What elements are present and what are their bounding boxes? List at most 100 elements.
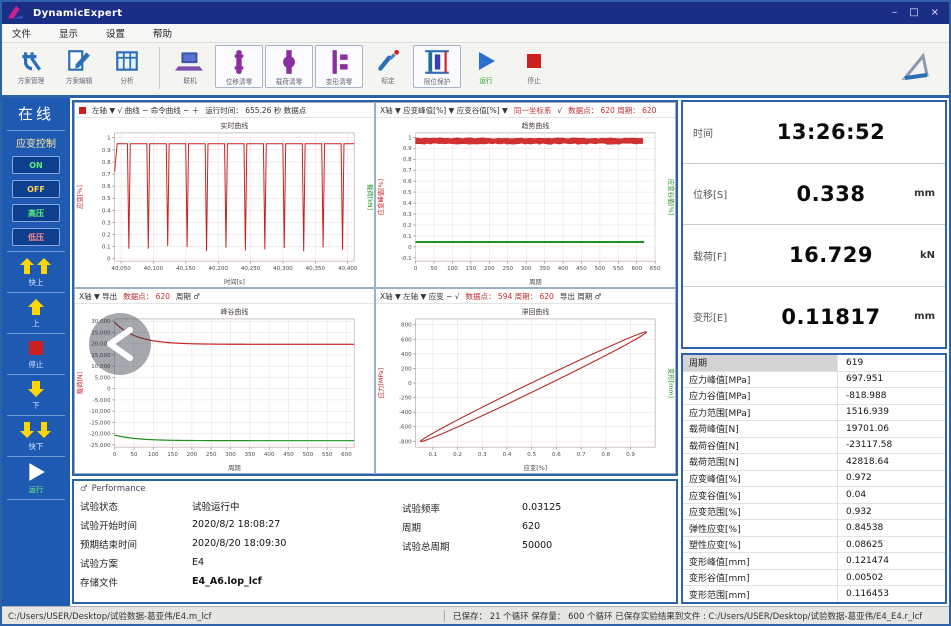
- chart-header-control[interactable]: X轴 ▼ 导出: [79, 291, 117, 302]
- result-row[interactable]: 应变谷值[%]0.04: [683, 487, 945, 504]
- chart-header-control[interactable]: 运行时间： 655.26 秒 数据点: [205, 105, 306, 116]
- svg-text:300: 300: [225, 452, 236, 458]
- chart-header-control[interactable]: √: [557, 106, 562, 115]
- menu-file[interactable]: 文件: [12, 26, 31, 40]
- svg-text:0.6: 0.6: [552, 452, 561, 458]
- result-row[interactable]: 塑性应变[%]0.08625: [683, 537, 945, 554]
- svg-text:30,000: 30,000: [91, 319, 111, 325]
- result-row[interactable]: 载荷范围[N]42818.64: [683, 454, 945, 471]
- hysteresis-chart[interactable]: 0.10.20.30.40.50.60.70.80.98006004002000…: [376, 304, 675, 473]
- result-row[interactable]: 应力范围[MPa]1516.939: [683, 405, 945, 422]
- live-label: 时间: [693, 125, 755, 140]
- trend-chart-cell: X轴 ▼ 应变峰值[%] ▼ 应变谷值[%] ▼ 同一坐标系 √ 数据点： 620 周…: [375, 102, 676, 288]
- calibrate-icon: [375, 46, 401, 76]
- chart-header-control[interactable]: 数据点： 594 周期： 620: [466, 291, 554, 302]
- svg-text:600: 600: [401, 337, 412, 343]
- result-row[interactable]: 载荷峰值[N]19701.06: [683, 421, 945, 438]
- plan-manage-button[interactable]: 方案管理: [8, 45, 54, 86]
- svg-text:-800: -800: [399, 439, 412, 445]
- svg-text:150: 150: [167, 452, 178, 458]
- chart-header-control[interactable]: X轴 ▼ 应变峰值[%] ▼ 应变谷值[%] ▼: [380, 105, 508, 116]
- zero-displacement-button[interactable]: 位移清零: [215, 45, 263, 88]
- menu-display[interactable]: 显示: [59, 26, 78, 40]
- jog-down-button[interactable]: 下: [26, 380, 46, 411]
- live-unit: kN: [907, 250, 935, 261]
- limit-protect-icon: [423, 47, 451, 77]
- jog-fast-down-button[interactable]: 快下: [19, 421, 53, 452]
- control-mode-label: 应变控制: [16, 133, 56, 153]
- stop-button[interactable]: 停止: [511, 45, 557, 86]
- result-row[interactable]: 变形峰值[mm]0.121474: [683, 553, 945, 570]
- svg-text:-25,000: -25,000: [89, 443, 111, 449]
- result-label: 变形谷值[mm]: [683, 570, 838, 586]
- peak-valley-chart[interactable]: 05010015020025030035040045050055060030,0…: [75, 304, 374, 473]
- svg-text:450: 450: [576, 266, 587, 272]
- run-button[interactable]: 运行: [463, 45, 509, 86]
- jog-run-button[interactable]: 运行: [26, 462, 46, 495]
- status-divider: [444, 610, 445, 622]
- result-value: -23117.58: [838, 438, 892, 454]
- svg-text:400: 400: [264, 452, 275, 458]
- result-row[interactable]: 应变峰值[%]0.972: [683, 471, 945, 488]
- result-row[interactable]: 载荷谷值[N]-23117.58: [683, 438, 945, 455]
- menu-help[interactable]: 帮助: [153, 26, 172, 40]
- svg-text:1: 1: [107, 136, 111, 142]
- result-value: 0.00502: [838, 570, 883, 586]
- on-button[interactable]: ON: [12, 156, 60, 174]
- off-button[interactable]: OFF: [12, 180, 60, 198]
- result-row[interactable]: 弹性应变[%]0.84538: [683, 520, 945, 537]
- maximize-button[interactable]: □: [909, 8, 918, 18]
- realtime-chart[interactable]: 40,05040,10040,15040,20040,25040,30040,3…: [75, 118, 374, 287]
- connect-button[interactable]: 联机: [167, 45, 213, 86]
- svg-text:0.7: 0.7: [403, 168, 412, 174]
- stop-icon: [522, 46, 546, 76]
- chart-header-control[interactable]: 同一坐标系: [514, 105, 552, 116]
- plan-edit-button[interactable]: 方案编辑: [56, 45, 102, 86]
- zero-load-button[interactable]: 载荷清零: [265, 45, 313, 88]
- chart-header-control[interactable]: 数据点： 620: [123, 291, 170, 302]
- calibrate-button[interactable]: 标定: [365, 45, 411, 86]
- svg-text:变形[mm]: 变形[mm]: [667, 368, 675, 398]
- svg-text:0.7: 0.7: [577, 452, 586, 458]
- result-row[interactable]: 应力峰值[MPa]697.951: [683, 372, 945, 389]
- result-row[interactable]: 变形谷值[mm]0.00502: [683, 570, 945, 587]
- result-label: 载荷峰值[N]: [683, 421, 838, 437]
- jog-stop-button[interactable]: 停止: [27, 339, 45, 370]
- svg-text:-0.1: -0.1: [401, 256, 412, 262]
- svg-text:实时曲线: 实时曲线: [221, 121, 249, 130]
- right-panel: 时间 13:26:52 位移[S] 0.338 mm 载荷[F] 16.729 …: [681, 98, 949, 606]
- result-value: 0.972: [838, 471, 872, 487]
- zero-deform-button[interactable]: 变形清零: [315, 45, 363, 88]
- peak-valley-chart-cell: X轴 ▼ 导出数据点： 620 周期 ♂ 05010015020025030035…: [74, 288, 375, 474]
- limit-protect-button[interactable]: 限位保护: [413, 45, 461, 88]
- svg-text:0.6: 0.6: [102, 184, 111, 190]
- close-button[interactable]: ×: [931, 8, 939, 18]
- svg-text:400: 400: [558, 266, 569, 272]
- minimize-button[interactable]: –: [892, 8, 897, 18]
- result-row[interactable]: 应力谷值[MPa]-818.988: [683, 388, 945, 405]
- high-pressure-button[interactable]: 高压: [12, 204, 60, 222]
- sidebar-divider: [7, 251, 65, 252]
- chart-header-control[interactable]: 数据点： 620 周期： 620: [568, 105, 656, 116]
- chart-header-control[interactable]: 导出 周期 ♂: [560, 291, 602, 302]
- chart-header-control[interactable]: 左轴 ▼ √ 曲线 − 命令曲线 − ＋: [92, 105, 199, 116]
- result-row[interactable]: 应变范围[%]0.932: [683, 504, 945, 521]
- jog-up-button[interactable]: 上: [26, 298, 46, 329]
- result-row[interactable]: 周期619: [683, 355, 945, 372]
- analysis-button[interactable]: 分析: [104, 45, 150, 86]
- result-row[interactable]: 变形范围[mm]0.116453: [683, 586, 945, 602]
- jog-fast-up-button[interactable]: 快上: [19, 257, 53, 288]
- svg-text:800: 800: [401, 323, 412, 329]
- svg-text:0: 0: [107, 257, 111, 263]
- chart-header-control[interactable]: X轴 ▼ 左轴 ▼ 应变 − √: [380, 291, 460, 302]
- low-pressure-button[interactable]: 低压: [12, 228, 60, 246]
- svg-text:200: 200: [484, 266, 495, 272]
- chart-header-control[interactable]: 周期 ♂: [176, 291, 200, 302]
- perf-value: 50000: [522, 540, 552, 551]
- svg-text:500: 500: [595, 266, 606, 272]
- trend-chart[interactable]: 050100150200250300350400450500550600650-…: [376, 118, 675, 287]
- menu-settings[interactable]: 设置: [106, 26, 125, 40]
- svg-text:550: 550: [322, 452, 333, 458]
- svg-text:应变谷值[%]: 应变谷值[%]: [667, 179, 675, 215]
- perf-label: 试验状态: [80, 499, 192, 513]
